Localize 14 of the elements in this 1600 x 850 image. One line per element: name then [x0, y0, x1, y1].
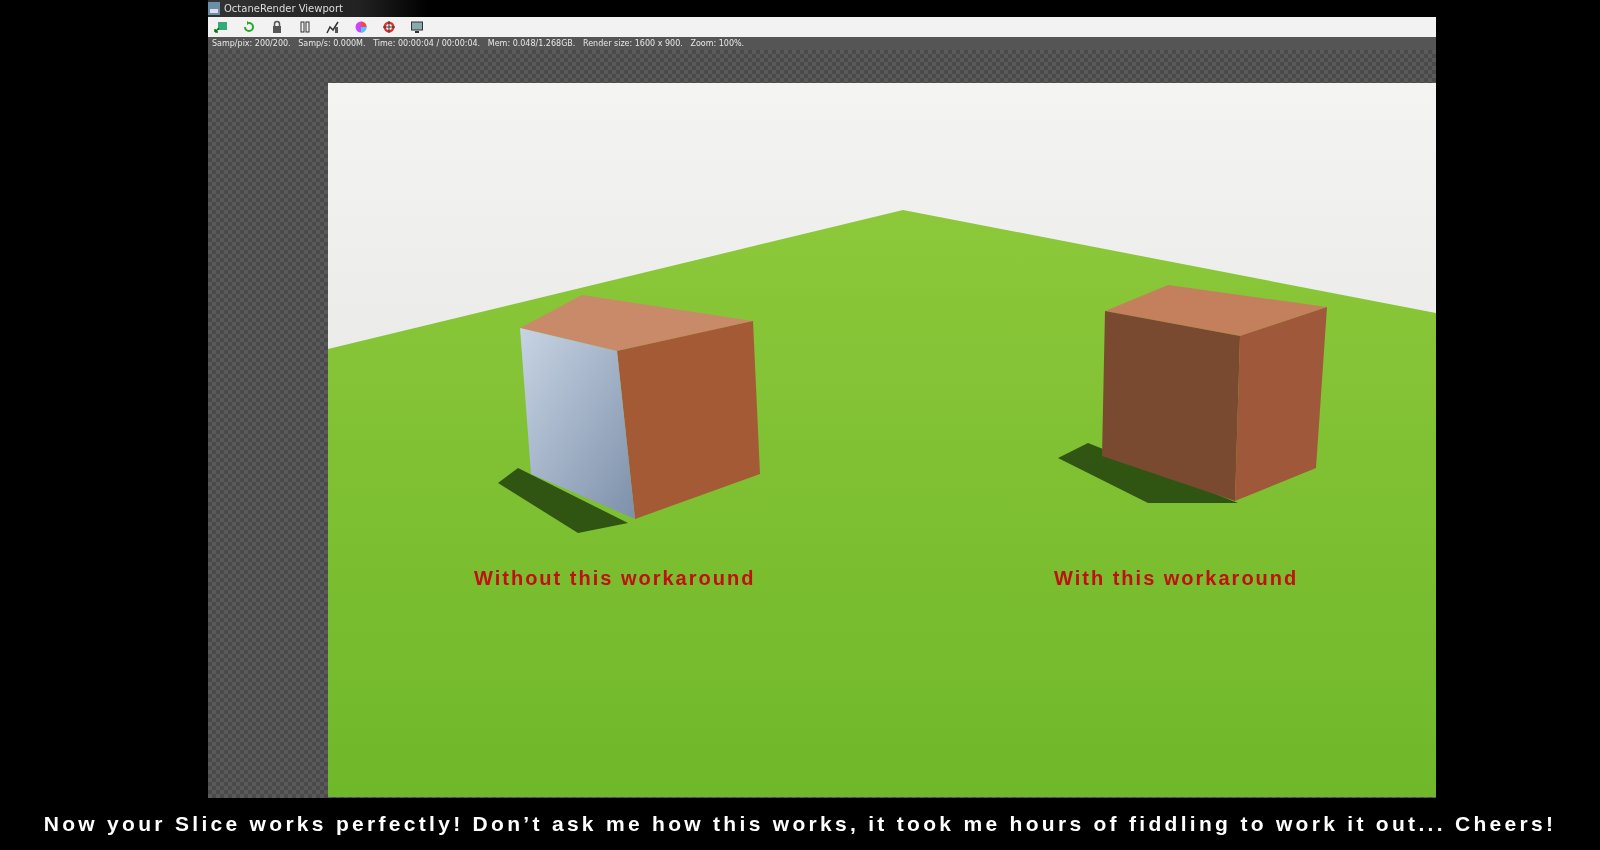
monitor-icon[interactable]: [410, 20, 424, 34]
render-stats: Samp/pix: 200/200. Samp/s: 0.000M. Time: 00:00:04 / 00:00:04. Mem: 0.048/1.268GB. Render size: 1600 x 900. Zoom: 100%.: [212, 39, 745, 48]
lock-icon[interactable]: [270, 20, 284, 34]
render-label: With this workaround: [1054, 567, 1299, 590]
caption: Now your Slice works perfectly! Don’t ask me how this works, it took me hours of fiddling to work it out... Cheers!: [43, 812, 1557, 836]
target-icon[interactable]: [382, 20, 396, 34]
pause-icon[interactable]: [298, 20, 312, 34]
render-label: Without this workaround: [474, 567, 756, 590]
color-wheel-icon[interactable]: [354, 20, 368, 34]
image-arrow-icon[interactable]: [214, 20, 228, 34]
refresh-icon[interactable]: [242, 20, 256, 34]
chart-icon[interactable]: [326, 20, 340, 34]
app-icon: [208, 2, 220, 15]
window-title: OctaneRender Viewport: [224, 3, 343, 14]
